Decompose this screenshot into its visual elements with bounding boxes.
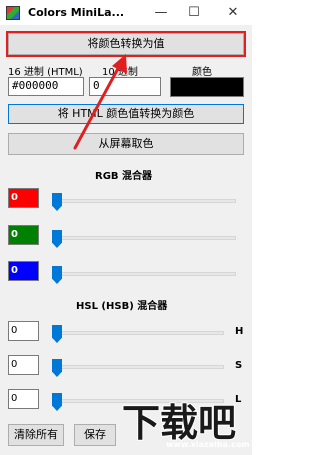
lightness-value-field[interactable]: 0 [8, 389, 39, 409]
window-title: Colors MiniLa... [28, 6, 125, 19]
watermark-logo-text: 下载吧 [122, 401, 236, 445]
hue-slider-track[interactable] [53, 331, 224, 335]
saturation-slider-track[interactable] [53, 365, 224, 369]
color-preview-swatch [170, 77, 244, 97]
hex-input[interactable]: #000000 [8, 77, 84, 96]
preview-label: 颜色 [192, 67, 212, 78]
hex-label: 16 进制 (HTML) [8, 67, 83, 78]
watermark-url: www.xiazaiba.com [166, 440, 250, 449]
red-slider-track[interactable] [53, 199, 236, 203]
save-button[interactable]: 保存 [74, 424, 116, 446]
convert-html-to-color-button[interactable]: 将 HTML 颜色值转换为颜色 [8, 104, 244, 124]
hue-value-field[interactable]: 0 [8, 321, 39, 341]
blue-slider-track[interactable] [53, 272, 236, 276]
rgb-mixer-title: RGB 混合器 [95, 171, 153, 182]
dec-input[interactable]: 0 [89, 77, 161, 96]
clear-all-button[interactable]: 清除所有 [8, 424, 64, 446]
annotation-highlight-box [6, 31, 246, 57]
pick-from-screen-button[interactable]: 从屏幕取色 [8, 133, 244, 155]
minimize-button[interactable]: — [150, 3, 172, 23]
maximize-button[interactable]: ☐ [183, 3, 205, 23]
hue-letter: H [235, 326, 244, 337]
hsl-mixer-title: HSL (HSB) 混合器 [76, 301, 168, 312]
dec-label: 10 进制 [102, 67, 138, 78]
saturation-value-field[interactable]: 0 [8, 355, 39, 375]
saturation-letter: S [235, 360, 243, 371]
app-icon [6, 6, 20, 20]
red-value-field[interactable]: 0 [8, 188, 39, 208]
title-bar[interactable]: Colors MiniLa... — ☐ ✕ [0, 0, 252, 26]
close-button[interactable]: ✕ [222, 3, 244, 23]
blue-value-field[interactable]: 0 [8, 261, 39, 281]
green-slider-track[interactable] [53, 236, 236, 240]
green-value-field[interactable]: 0 [8, 225, 39, 245]
